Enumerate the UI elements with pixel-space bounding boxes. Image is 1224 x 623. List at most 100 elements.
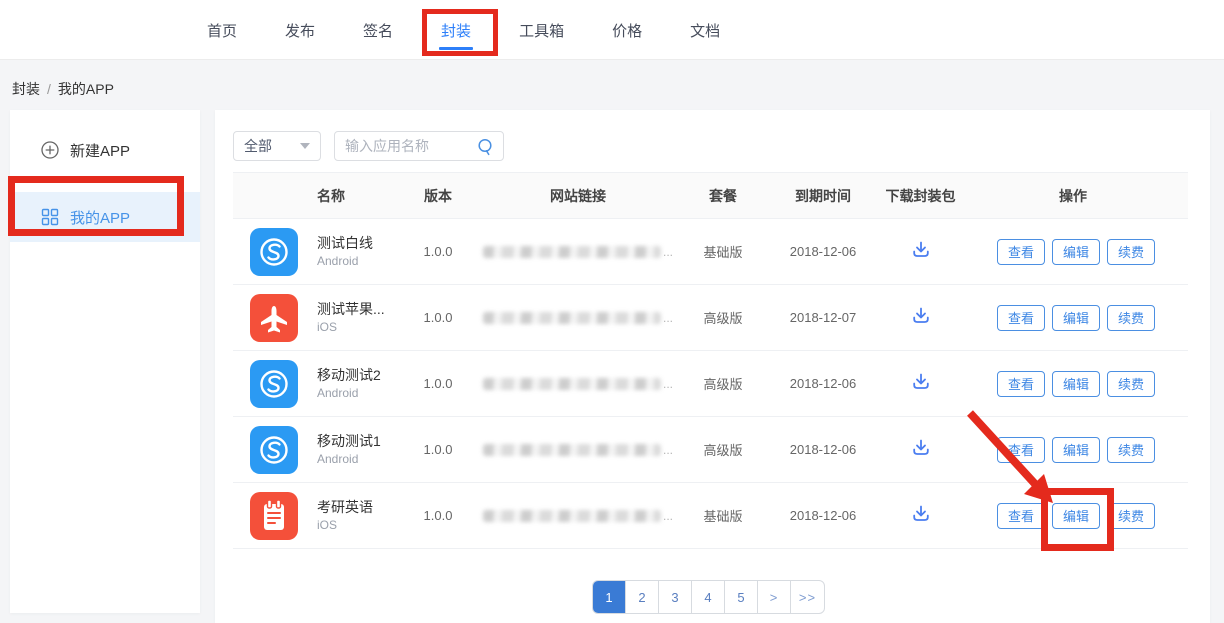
view-button[interactable]: 查看: [997, 371, 1045, 397]
edit-button[interactable]: 编辑: [1052, 371, 1100, 397]
website-link-cell: ...: [473, 509, 683, 523]
edit-button[interactable]: 编辑: [1052, 305, 1100, 331]
main-panel: 全部 名称版本网站链接套餐到期时间下载封装包操作 测试白线 Android 1.…: [215, 110, 1210, 623]
app-version: 1.0.0: [403, 508, 473, 523]
search-icon[interactable]: [476, 137, 495, 156]
link-ellipsis: ...: [663, 245, 673, 259]
breadcrumb-current: 我的APP: [58, 81, 114, 97]
link-ellipsis: ...: [663, 377, 673, 391]
nav-tab-1[interactable]: 首页: [207, 0, 237, 60]
website-link-cell: ...: [473, 443, 683, 457]
renew-button[interactable]: 续费: [1107, 437, 1155, 463]
download-cell: [883, 239, 958, 264]
download-icon[interactable]: [910, 239, 932, 261]
nav-tab-5[interactable]: 工具箱: [519, 0, 564, 60]
app-platform: iOS: [317, 517, 373, 534]
app-platform: Android: [317, 253, 373, 270]
nav-tab-3[interactable]: 签名: [363, 0, 393, 60]
app-name-cell: 考研英语 iOS: [233, 492, 403, 540]
plus-circle-icon: [40, 140, 60, 160]
grid-icon: [40, 207, 60, 227]
next-page-button[interactable]: >: [758, 581, 791, 613]
view-button[interactable]: 查看: [997, 503, 1045, 529]
app-plan: 基础版: [683, 242, 763, 261]
view-button[interactable]: 查看: [997, 239, 1045, 265]
actions-cell: 查看编辑续费: [958, 305, 1188, 331]
link-ellipsis: ...: [663, 443, 673, 457]
column-header: 操作: [958, 186, 1188, 206]
nav-tab-7[interactable]: 文档: [690, 0, 720, 60]
renew-button[interactable]: 续费: [1107, 503, 1155, 529]
breadcrumb-section[interactable]: 封装: [12, 81, 40, 97]
app-expire-date: 2018-12-07: [763, 310, 883, 325]
view-button[interactable]: 查看: [997, 437, 1045, 463]
category-select[interactable]: 全部: [233, 131, 321, 161]
nav-tab-4[interactable]: 封装: [441, 0, 471, 60]
app-plan: 高级版: [683, 374, 763, 393]
link-ellipsis: ...: [663, 311, 673, 325]
app-version: 1.0.0: [403, 310, 473, 325]
page-button-5[interactable]: 5: [725, 581, 758, 613]
app-version: 1.0.0: [403, 244, 473, 259]
blurred-link: [483, 378, 661, 390]
s-logo-app-icon: [250, 228, 298, 276]
app-name-cell: 测试苹果... iOS: [233, 294, 403, 342]
column-header: 网站链接: [473, 186, 683, 206]
nav-tab-2[interactable]: 发布: [285, 0, 315, 60]
table-body: 测试白线 Android 1.0.0 ... 基础版 2018-12-06 查看…: [233, 219, 1188, 549]
renew-button[interactable]: 续费: [1107, 305, 1155, 331]
table-row: 测试苹果... iOS 1.0.0 ... 高级版 2018-12-07 查看编…: [233, 285, 1188, 351]
app-platform: iOS: [317, 319, 385, 336]
app-name-cell: 测试白线 Android: [233, 228, 403, 276]
actions-cell: 查看编辑续费: [958, 503, 1188, 529]
notepad-app-icon: [250, 492, 298, 540]
website-link-cell: ...: [473, 245, 683, 259]
page-button-3[interactable]: 3: [659, 581, 692, 613]
app-expire-date: 2018-12-06: [763, 244, 883, 259]
main-nav: 首页发布签名封装 工具箱 价格文档: [207, 0, 720, 60]
app-expire-date: 2018-12-06: [763, 376, 883, 391]
pagination: 12345>>>: [592, 580, 825, 614]
app-name: 移动测试2: [317, 365, 381, 385]
sidebar-item-my-app[interactable]: 我的APP: [10, 192, 200, 242]
edit-button[interactable]: 编辑: [1052, 239, 1100, 265]
download-icon[interactable]: [910, 371, 932, 393]
app-name: 测试白线: [317, 233, 373, 253]
sidebar-item-label: 新建APP: [70, 140, 130, 161]
edit-button[interactable]: 编辑: [1052, 437, 1100, 463]
s-logo-app-icon: [250, 426, 298, 474]
blurred-link: [483, 312, 661, 324]
download-icon[interactable]: [910, 437, 932, 459]
blurred-link: [483, 510, 661, 522]
last-page-button[interactable]: >>: [791, 581, 824, 613]
sidebar-item-new-app[interactable]: 新建APP: [10, 126, 200, 174]
nav-tab-6[interactable]: 价格: [612, 0, 642, 60]
view-button[interactable]: 查看: [997, 305, 1045, 331]
table-row: 考研英语 iOS 1.0.0 ... 基础版 2018-12-06 查看编辑续费: [233, 483, 1188, 549]
page-button-1[interactable]: 1: [593, 581, 626, 613]
website-link-cell: ...: [473, 311, 683, 325]
edit-button[interactable]: 编辑: [1052, 503, 1100, 529]
s-logo-app-icon: [250, 360, 298, 408]
top-nav-bar: 首页发布签名封装 工具箱 价格文档: [0, 0, 1224, 60]
app-table: 名称版本网站链接套餐到期时间下载封装包操作 测试白线 Android 1.0.0…: [233, 172, 1188, 549]
download-icon[interactable]: [910, 305, 932, 327]
table-header-row: 名称版本网站链接套餐到期时间下载封装包操作: [233, 172, 1188, 219]
app-name: 测试苹果...: [317, 299, 385, 319]
download-icon[interactable]: [910, 503, 932, 525]
renew-button[interactable]: 续费: [1107, 239, 1155, 265]
app-platform: Android: [317, 385, 381, 402]
blurred-link: [483, 246, 661, 258]
page-button-4[interactable]: 4: [692, 581, 725, 613]
column-header: 下载封装包: [883, 186, 958, 206]
search-input[interactable]: [345, 138, 476, 154]
column-header: 到期时间: [763, 186, 883, 206]
page-button-2[interactable]: 2: [626, 581, 659, 613]
app-plan: 高级版: [683, 440, 763, 459]
category-select-value: 全部: [244, 136, 272, 156]
search-box: [334, 131, 504, 161]
table-row: 移动测试2 Android 1.0.0 ... 高级版 2018-12-06 查…: [233, 351, 1188, 417]
actions-cell: 查看编辑续费: [958, 437, 1188, 463]
renew-button[interactable]: 续费: [1107, 371, 1155, 397]
app-name-cell: 移动测试1 Android: [233, 426, 403, 474]
